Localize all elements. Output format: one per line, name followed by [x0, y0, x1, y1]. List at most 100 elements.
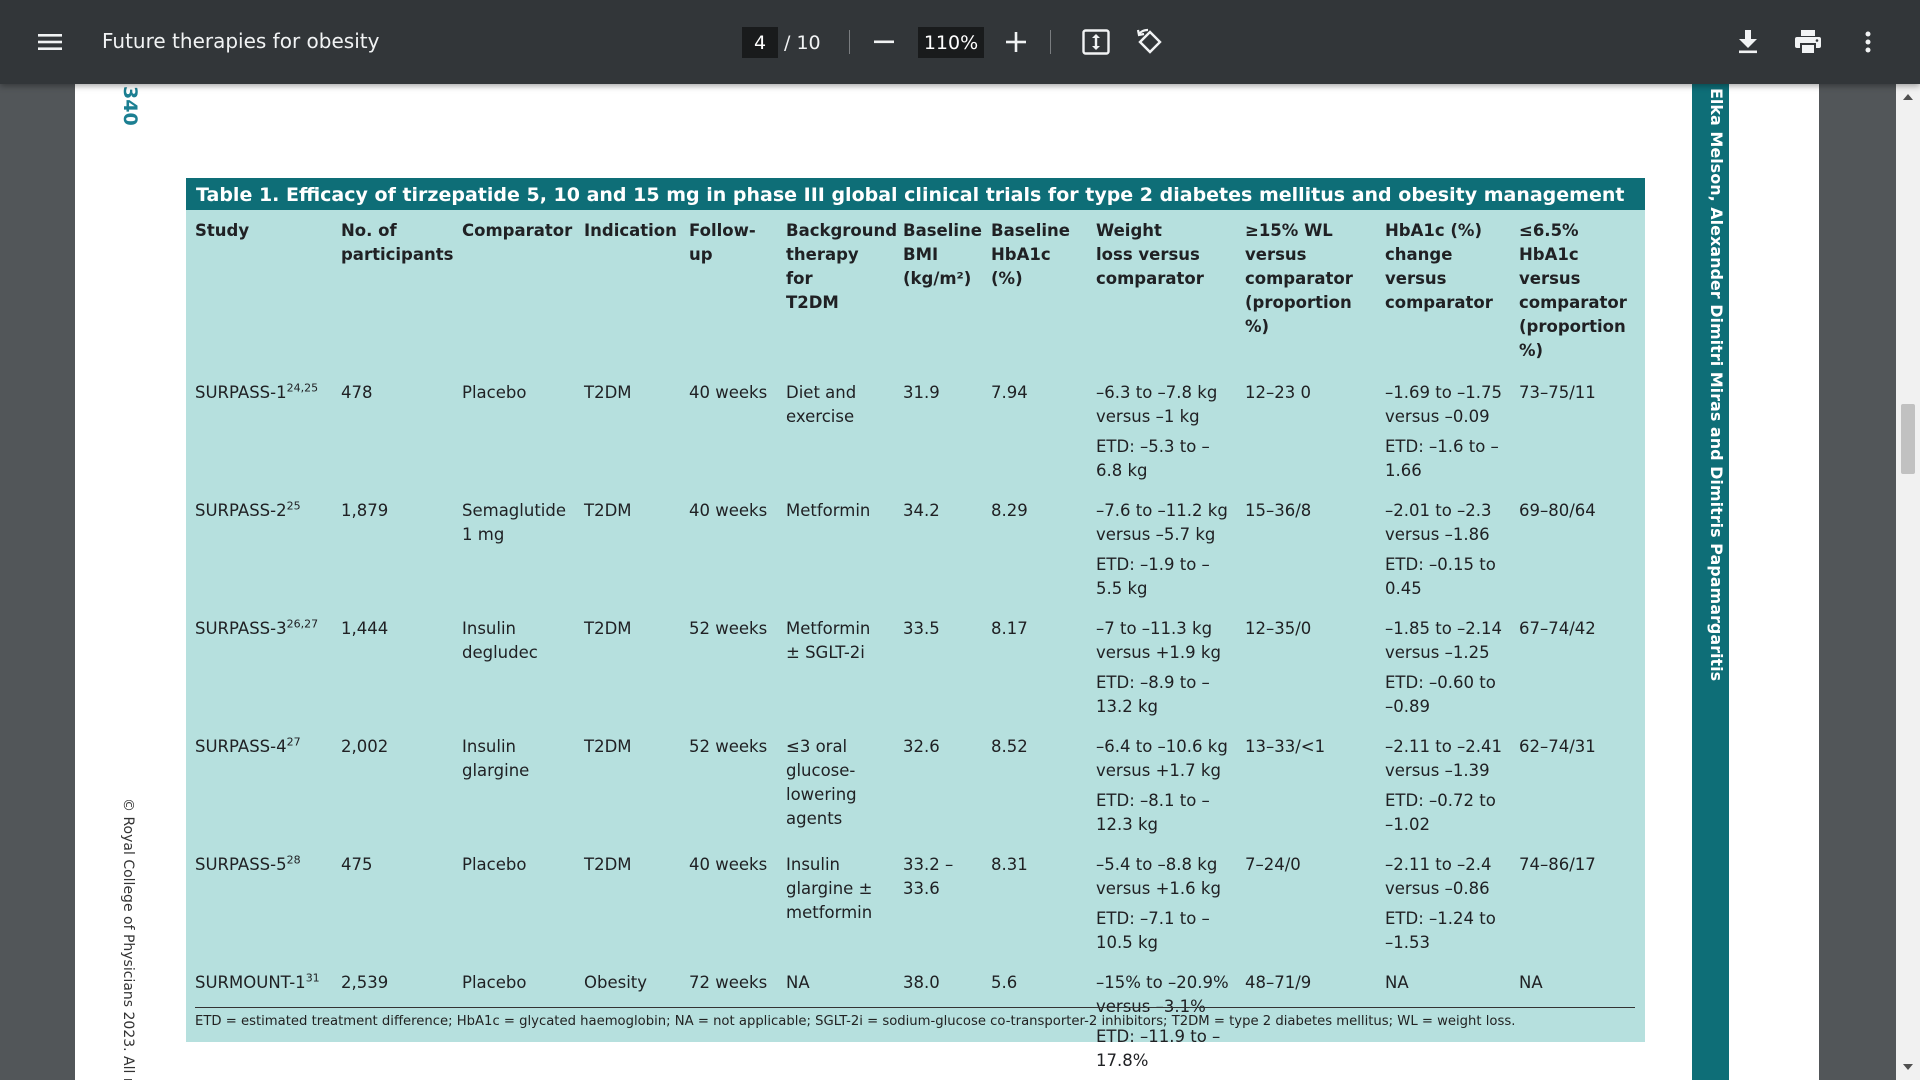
author-side-strip: Elka Melson, Alexander Dimitri Miras and… — [1692, 84, 1729, 1080]
column-header: HbA1c (%) change versus comparator — [1385, 221, 1493, 312]
cell-result: –7.6 to –11.2 kg versus –5.7 kg — [1096, 501, 1228, 544]
print-button[interactable] — [1784, 20, 1832, 64]
fit-to-page-button[interactable] — [1072, 20, 1120, 64]
follow-up-cell: 52 weeks — [689, 619, 768, 638]
page-number-input[interactable]: 4 — [742, 27, 778, 58]
reference-superscript: 26,27 — [286, 617, 319, 631]
reference-superscript: 27 — [286, 735, 301, 749]
study-name: SURMOUNT-1 — [195, 973, 306, 992]
hba1c-change-cell: –2.11 to –2.41 versus –1.39 ETD: –0.72 to… — [1376, 727, 1510, 845]
toolbar-divider — [1050, 30, 1051, 54]
reference-superscript: 31 — [305, 971, 320, 985]
cell-etd: ETD: –1.6 to –1.66 — [1385, 437, 1499, 480]
rotate-icon — [1136, 28, 1162, 54]
study-cell: SURPASS-225 — [186, 491, 332, 609]
table-row: SURPASS-326,27 1,444 Insulin degludec T2DM 5… — [186, 609, 1645, 727]
column-header: Follow-up — [689, 221, 756, 264]
pdf-toolbar: Future therapies for obesity 4 / 10 110% — [0, 0, 1920, 84]
indication-cell: T2DM — [584, 737, 632, 756]
zoom-in-button[interactable] — [994, 22, 1038, 62]
minus-icon — [874, 40, 894, 44]
column-header: Study — [195, 221, 250, 240]
plus-icon — [1006, 32, 1026, 52]
column-header: Baseline BMI (kg/m²) — [903, 221, 982, 288]
document-title: Future therapies for obesity — [102, 29, 380, 53]
hba1c-cell: 8.17 — [991, 619, 1028, 638]
follow-up-cell: 40 weeks — [689, 383, 768, 402]
more-options-button[interactable] — [1844, 20, 1892, 64]
reference-superscript: 25 — [286, 499, 301, 513]
column-header: Indication — [584, 221, 677, 240]
wl15-cell: 12–35/0 — [1245, 619, 1312, 638]
cell-result: –15% to –20.9% versus –3.1% — [1096, 973, 1229, 1016]
follow-up-cell: 40 weeks — [689, 855, 768, 874]
follow-up-cell: 40 weeks — [689, 501, 768, 520]
study-cell: SURPASS-427 — [186, 727, 332, 845]
wl15-cell: 15–36/8 — [1245, 501, 1312, 520]
reference-superscript: 24,25 — [286, 381, 319, 395]
cell-etd: ETD: –5.3 to –6.8 kg — [1096, 437, 1210, 480]
hba1c-cell: 7.94 — [991, 383, 1028, 402]
comparator-cell: Insulin degludec — [462, 619, 538, 662]
reference-superscript: 28 — [286, 853, 301, 867]
column-header: Baseline HbA1c (%) — [991, 221, 1070, 288]
hba1c-cell: 8.52 — [991, 737, 1028, 756]
scroll-down-arrow-icon[interactable] — [1896, 1058, 1920, 1076]
scroll-up-arrow-icon[interactable] — [1896, 88, 1920, 106]
background-cell: Metformin ± SGLT-2i — [786, 619, 871, 662]
bmi-cell: 32.6 — [903, 737, 940, 756]
zoom-out-button[interactable] — [862, 22, 906, 62]
comparator-cell: Placebo — [462, 855, 527, 874]
study-cell: SURPASS-326,27 — [186, 609, 332, 727]
cell-result: –6.4 to –10.6 kg versus +1.7 kg — [1096, 737, 1228, 780]
wl15-cell: 7–24/0 — [1245, 855, 1301, 874]
cell-etd: ETD: –0.60 to –0.89 — [1385, 673, 1496, 716]
bmi-cell: 33.2 – 33.6 — [903, 855, 954, 898]
study-cell: SURPASS-124,25 — [186, 373, 332, 491]
wl15-cell: 13–33/<1 — [1245, 737, 1326, 756]
cell-result: –6.3 to –7.8 kg versus –1 kg — [1096, 383, 1218, 426]
weight-loss-cell: –5.4 to –8.8 kg versus +1.6 kg ETD: –7.1 … — [1087, 845, 1236, 963]
background-cell: Diet and exercise — [786, 383, 857, 426]
indication-cell: T2DM — [584, 501, 632, 520]
table-row: SURPASS-225 1,879 Semaglutide 1 mg T2DM 40 w… — [186, 491, 1645, 609]
weight-loss-cell: –6.4 to –10.6 kg versus +1.7 kg ETD: –8.1… — [1087, 727, 1236, 845]
participants-cell: 1,879 — [341, 501, 389, 520]
cell-result: –1.85 to –2.14 versus –1.25 — [1385, 619, 1503, 662]
study-name: SURPASS-1 — [195, 383, 287, 402]
efficacy-table: Table 1. Efficacy of tirzepatide 5, 10 a… — [186, 178, 1645, 1070]
more-vert-icon — [1865, 31, 1871, 53]
download-button[interactable] — [1724, 20, 1772, 64]
indication-cell: T2DM — [584, 619, 632, 638]
follow-up-cell: 52 weeks — [689, 737, 768, 756]
study-name: SURPASS-5 — [195, 855, 287, 874]
column-header: Comparator — [462, 221, 573, 240]
study-cell: SURPASS-528 — [186, 845, 332, 963]
table-row: SURPASS-528 475 Placebo T2DM 40 weeks Insulin… — [186, 845, 1645, 963]
download-icon — [1739, 30, 1757, 54]
bmi-cell: 31.9 — [903, 383, 940, 402]
column-header: ≤6.5% HbA1c versus comparator (proportion %… — [1519, 221, 1627, 360]
vertical-scrollbar[interactable] — [1896, 84, 1920, 1080]
weight-loss-cell: –6.3 to –7.8 kg versus –1 kg ETD: –5.3 to… — [1087, 373, 1236, 491]
indication-cell: T2DM — [584, 383, 632, 402]
hba1c-target-cell: 73–75/11 — [1519, 383, 1596, 402]
cell-result: NA — [1385, 973, 1409, 992]
column-header: ≥15% WL versus comparator (proportion %) — [1245, 221, 1353, 336]
background-cell: Metformin — [786, 501, 871, 520]
scrollbar-thumb[interactable] — [1901, 404, 1915, 474]
table-footnote: ETD = estimated treatment difference; Hb… — [195, 1014, 1516, 1029]
cell-etd: ETD: –11.9 to –17.8% — [1096, 1027, 1221, 1070]
participants-cell: 478 — [341, 383, 373, 402]
participants-cell: 2,002 — [341, 737, 389, 756]
participants-cell: 1,444 — [341, 619, 389, 638]
table-title: Table 1. Efficacy of tirzepatide 5, 10 a… — [186, 178, 1645, 210]
hba1c-cell: 8.29 — [991, 501, 1028, 520]
comparator-cell: Semaglutide 1 mg — [462, 501, 567, 544]
menu-icon[interactable] — [26, 20, 74, 64]
table-row: SURPASS-427 2,002 Insulin glargine T2DM 52 w… — [186, 727, 1645, 845]
cell-etd: ETD: –1.9 to –5.5 kg — [1096, 555, 1210, 598]
rotate-button[interactable] — [1126, 20, 1174, 64]
zoom-level-input[interactable]: 110% — [918, 27, 984, 58]
cell-result: –1.69 to –1.75 versus –0.09 — [1385, 383, 1503, 426]
